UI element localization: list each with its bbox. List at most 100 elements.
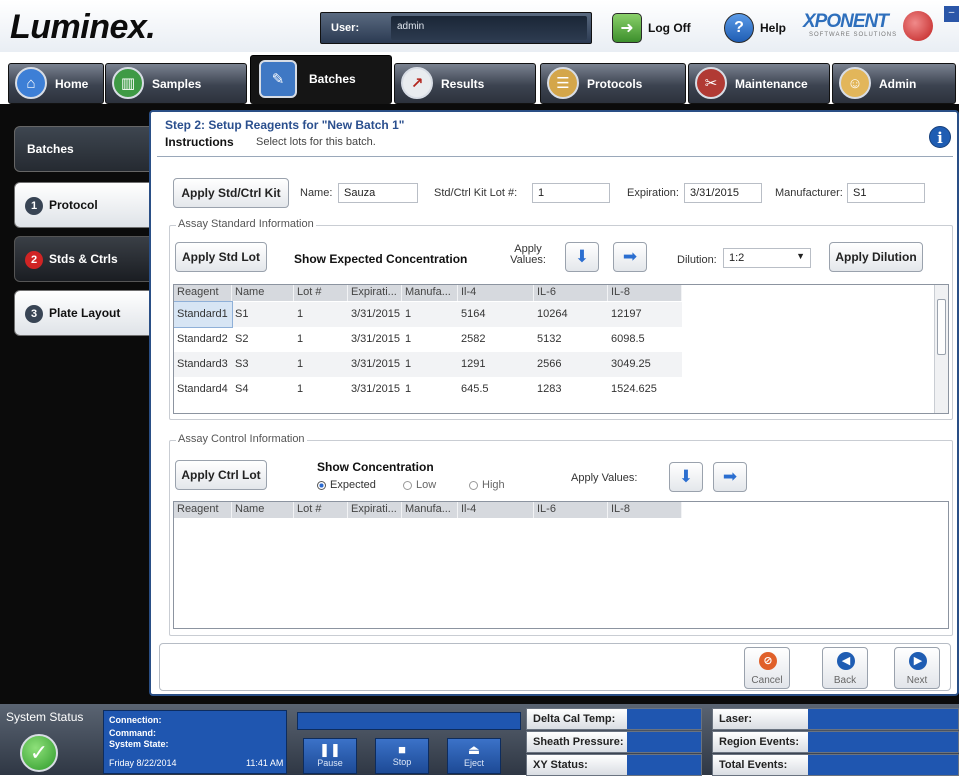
app-header: Luminex. User: admin ➜ Log Off ? Help XP… <box>0 0 959 52</box>
help-button[interactable]: ? Help <box>724 13 786 43</box>
scrollbar-thumb[interactable] <box>937 299 946 355</box>
tab-home[interactable]: ⌂ Home <box>8 63 104 104</box>
table-cell[interactable]: 5132 <box>534 327 608 352</box>
table-cell[interactable]: 6098.5 <box>608 327 682 352</box>
table-cell[interactable]: 3/31/2015 <box>348 377 402 402</box>
next-button[interactable]: ▶ Next <box>894 647 940 689</box>
sidebar-item-protocol[interactable]: 1 Protocol <box>14 182 152 228</box>
tab-protocols[interactable]: ☰ Protocols <box>540 63 686 104</box>
column-header[interactable]: Name <box>232 285 294 301</box>
column-header[interactable]: Manufa... <box>402 502 458 518</box>
logoff-button[interactable]: ➜ Log Off <box>612 13 691 43</box>
tab-maintenance[interactable]: ✂ Maintenance <box>688 63 830 104</box>
controls-table[interactable]: Reagent Name Lot # Expirati... Manufa...… <box>173 501 949 629</box>
table-cell[interactable]: 1 <box>294 302 348 327</box>
show-expected-concentration[interactable]: Show Expected Concentration <box>294 252 467 266</box>
table-cell[interactable]: 5164 <box>458 302 534 327</box>
table-cell[interactable]: S2 <box>232 327 294 352</box>
column-header[interactable]: IL-6 <box>534 502 608 518</box>
table-cell[interactable]: Standard2 <box>174 327 232 352</box>
column-header[interactable]: Lot # <box>294 285 348 301</box>
table-cell[interactable]: 645.5 <box>458 377 534 402</box>
radio-low[interactable]: Low <box>403 479 436 491</box>
info-icon[interactable]: i <box>929 126 951 148</box>
column-header[interactable]: Expirati... <box>348 502 402 518</box>
back-button[interactable]: ◀ Back <box>822 647 868 689</box>
table-cell[interactable]: 10264 <box>534 302 608 327</box>
stop-button[interactable]: ■ Stop <box>375 738 429 774</box>
table-cell[interactable]: 1283 <box>534 377 608 402</box>
column-header[interactable]: Il-4 <box>458 502 534 518</box>
sidebar-item-stds-ctrls[interactable]: 2 Stds & Ctrls <box>14 236 152 282</box>
table-cell[interactable]: Standard1 <box>174 301 233 328</box>
apply-dilution-button[interactable]: Apply Dilution <box>829 242 923 272</box>
column-header[interactable]: Reagent <box>174 285 232 301</box>
column-header[interactable]: Reagent <box>174 502 232 518</box>
table-cell[interactable]: 2566 <box>534 352 608 377</box>
table-cell[interactable]: 1 <box>402 377 458 402</box>
table-row[interactable]: Standard2 S2 1 3/31/2015 1 2582 5132 609… <box>174 327 682 352</box>
kit-name-field[interactable]: Sauza <box>338 183 418 203</box>
radio-high[interactable]: High <box>469 479 505 491</box>
ctrl-apply-values-right-button[interactable]: ➡ <box>713 462 747 492</box>
sidebar-item-plate-layout[interactable]: 3 Plate Layout <box>14 290 152 336</box>
table-cell[interactable]: 1 <box>294 352 348 377</box>
column-header[interactable]: Lot # <box>294 502 348 518</box>
standards-table[interactable]: Reagent Name Lot # Expirati... Manufa...… <box>173 284 949 414</box>
tab-batches[interactable]: ✎ Batches <box>250 55 392 104</box>
radio-high-label: High <box>482 479 505 491</box>
step-number-badge: 1 <box>25 197 43 215</box>
xy-status-value <box>627 755 701 775</box>
column-header[interactable]: IL-6 <box>534 285 608 301</box>
kit-expiration-field[interactable]: 3/31/2015 <box>684 183 762 203</box>
table-cell[interactable]: 12197 <box>608 302 682 327</box>
table-cell[interactable]: 1 <box>402 327 458 352</box>
table-cell[interactable]: 1 <box>402 352 458 377</box>
dilution-select[interactable]: 1:2 ▼ <box>723 248 811 268</box>
standards-scrollbar[interactable] <box>934 285 948 413</box>
column-header[interactable]: Manufa... <box>402 285 458 301</box>
table-cell[interactable]: Standard4 <box>174 377 232 402</box>
column-header[interactable]: IL-8 <box>608 285 682 301</box>
region-events-row: Region Events: <box>712 731 959 753</box>
table-cell[interactable]: S4 <box>232 377 294 402</box>
table-cell[interactable]: 3049.25 <box>608 352 682 377</box>
table-cell[interactable]: 3/31/2015 <box>348 352 402 377</box>
cancel-button[interactable]: ⊘ Cancel <box>744 647 790 689</box>
column-header[interactable]: Il-4 <box>458 285 534 301</box>
apply-std-lot-button[interactable]: Apply Std Lot <box>175 242 267 272</box>
radio-expected[interactable]: Expected <box>317 479 376 491</box>
pause-button[interactable]: ❚❚ Pause <box>303 738 357 774</box>
table-cell[interactable]: 1524.625 <box>608 377 682 402</box>
tab-results[interactable]: ↗ Results <box>394 63 536 104</box>
arrow-down-icon: ⬇ <box>678 467 694 486</box>
table-cell[interactable]: 1 <box>402 302 458 327</box>
table-row[interactable]: Standard1 S1 1 3/31/2015 1 5164 10264 12… <box>174 301 682 328</box>
ctrl-apply-values-down-button[interactable]: ⬇ <box>669 462 703 492</box>
table-row[interactable]: Standard4 S4 1 3/31/2015 1 645.5 1283 15… <box>174 377 682 402</box>
tab-samples[interactable]: ▥ Samples <box>105 63 247 104</box>
table-cell[interactable]: 1 <box>294 377 348 402</box>
table-row[interactable]: Standard3 S3 1 3/31/2015 1 1291 2566 304… <box>174 352 682 377</box>
column-header[interactable]: Expirati... <box>348 285 402 301</box>
column-header[interactable]: Name <box>232 502 294 518</box>
kit-lot-field[interactable]: 1 <box>532 183 610 203</box>
table-cell[interactable]: 3/31/2015 <box>348 327 402 352</box>
table-cell[interactable]: 3/31/2015 <box>348 302 402 327</box>
table-cell[interactable]: S3 <box>232 352 294 377</box>
table-cell[interactable]: 1 <box>294 327 348 352</box>
table-cell[interactable]: 2582 <box>458 327 534 352</box>
eject-button[interactable]: ⏏ Eject <box>447 738 501 774</box>
apply-std-ctrl-kit-button[interactable]: Apply Std/Ctrl Kit <box>173 178 289 208</box>
kit-manufacturer-field[interactable]: S1 <box>847 183 925 203</box>
table-cell[interactable]: S1 <box>232 302 294 327</box>
apply-values-down-button[interactable]: ⬇ <box>565 242 599 272</box>
minimize-window-button[interactable]: – <box>944 6 959 22</box>
apply-ctrl-lot-button[interactable]: Apply Ctrl Lot <box>175 460 267 490</box>
tab-admin[interactable]: ☺ Admin <box>832 63 956 104</box>
tab-samples-label: Samples <box>152 77 202 91</box>
table-cell[interactable]: 1291 <box>458 352 534 377</box>
table-cell[interactable]: Standard3 <box>174 352 232 377</box>
apply-values-right-button[interactable]: ➡ <box>613 242 647 272</box>
column-header[interactable]: IL-8 <box>608 502 682 518</box>
